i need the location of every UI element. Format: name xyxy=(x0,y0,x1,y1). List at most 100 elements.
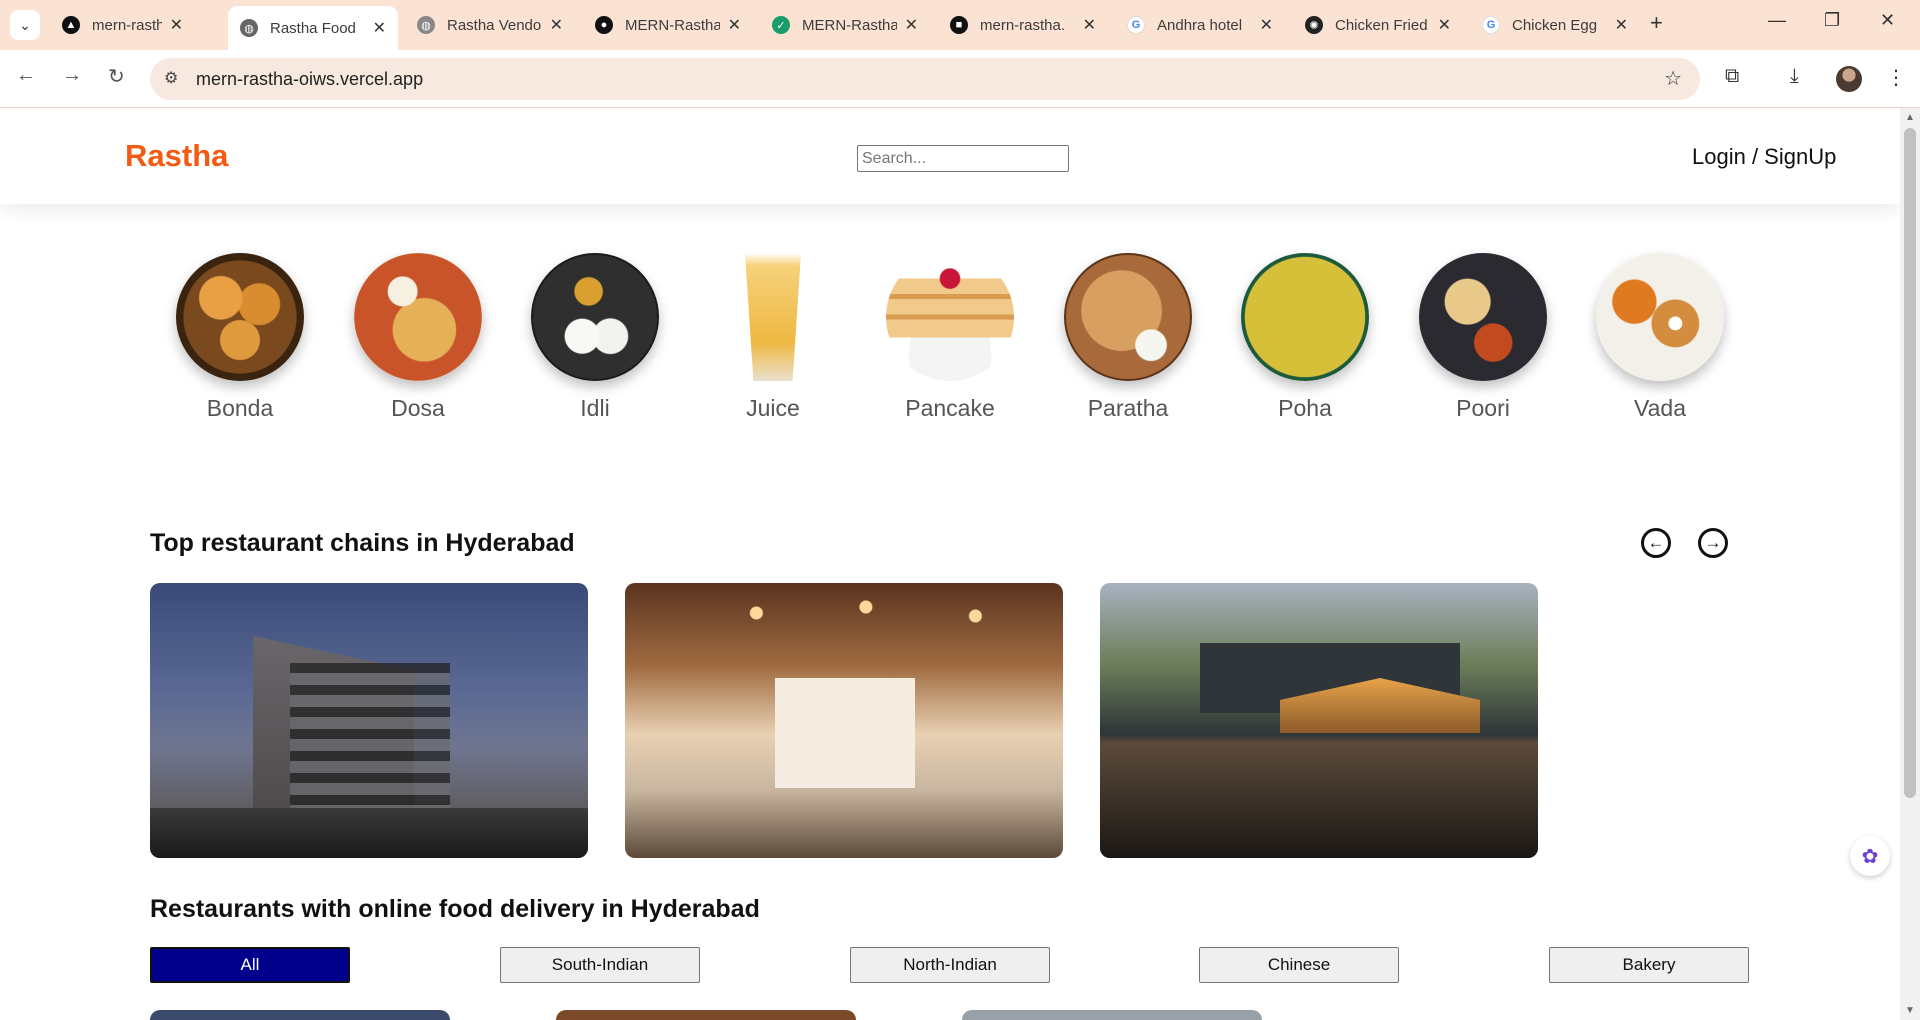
tab-title: mern-rastha. xyxy=(980,16,1066,34)
address-bar[interactable]: ⚙ mern-rastha-oiws.vercel.app ☆ xyxy=(150,58,1700,100)
chandelier-image xyxy=(625,583,1063,643)
category-juice[interactable]: Juice xyxy=(693,233,853,422)
juice-image xyxy=(745,253,801,381)
site-header: Rastha Login / SignUp xyxy=(0,108,1900,204)
category-label: Juice xyxy=(746,395,800,421)
profile-avatar[interactable] xyxy=(1836,66,1862,92)
restore-icon[interactable]: ❐ xyxy=(1824,10,1840,31)
category-poori[interactable]: Poori xyxy=(1403,233,1563,422)
arrow-right-icon: → xyxy=(1704,533,1722,552)
idli-image xyxy=(531,253,659,381)
filter-bakery-button[interactable]: Bakery xyxy=(1549,947,1749,983)
filter-north-indian-button[interactable]: North-Indian xyxy=(850,947,1050,983)
download-icon[interactable]: ⤓ xyxy=(1790,65,1799,88)
category-label: Paratha xyxy=(1087,395,1169,421)
reload-icon[interactable]: ↻ xyxy=(108,64,125,89)
restaurant-chain-card-3[interactable] xyxy=(1100,583,1538,858)
login-signup-link[interactable]: Login / SignUp xyxy=(1692,144,1836,170)
chatgpt-icon: ✺ xyxy=(1305,16,1323,34)
site-settings-icon[interactable]: ⚙ xyxy=(164,68,178,88)
site-logo[interactable]: Rastha xyxy=(125,138,228,174)
browser-tab-5[interactable]: ✓ MERN-Rastha ✕ xyxy=(760,8,930,42)
window-close-icon[interactable]: ✕ xyxy=(1880,10,1895,31)
scroll-up-icon[interactable]: ▲ xyxy=(1905,112,1915,123)
carousel-prev-button[interactable]: ← xyxy=(1641,528,1671,558)
category-vada[interactable]: Vada xyxy=(1580,233,1740,422)
search-input[interactable] xyxy=(857,145,1069,172)
paratha-image xyxy=(1064,253,1192,381)
browser-tab-4[interactable]: ● MERN-Rastha ✕ xyxy=(583,8,753,42)
page-scrollbar[interactable]: ▲ ▼ xyxy=(1900,108,1920,1020)
restaurant-card-peek-2[interactable] xyxy=(556,1010,856,1020)
back-icon[interactable]: ← xyxy=(16,64,36,87)
extensions-icon[interactable]: ⧉ xyxy=(1725,65,1739,88)
street-image xyxy=(150,808,588,858)
globe-icon: ◍ xyxy=(240,19,258,37)
category-label: Idli xyxy=(580,395,610,421)
close-icon[interactable]: ✕ xyxy=(905,15,918,35)
building-windows-image xyxy=(290,663,450,813)
category-label: Pancake xyxy=(905,395,995,421)
close-icon[interactable]: ✕ xyxy=(1615,15,1628,35)
category-dosa[interactable]: Dosa xyxy=(338,233,498,422)
bookmark-star-icon[interactable]: ☆ xyxy=(1664,66,1682,91)
tab-title: Rastha Food xyxy=(270,19,356,37)
minimize-icon[interactable]: — xyxy=(1768,10,1786,31)
close-icon[interactable]: ✕ xyxy=(170,15,183,35)
category-poha[interactable]: Poha xyxy=(1225,233,1385,422)
forward-icon[interactable]: → xyxy=(62,64,82,87)
pool-reflection-image xyxy=(1100,743,1538,858)
close-icon[interactable]: ✕ xyxy=(1438,15,1451,35)
pancake-image xyxy=(886,253,1014,381)
close-icon[interactable]: ✕ xyxy=(1083,15,1096,35)
dosa-image xyxy=(354,253,482,381)
delivery-section-title: Restaurants with online food delivery in… xyxy=(150,895,760,923)
filter-chinese-button[interactable]: Chinese xyxy=(1199,947,1399,983)
category-label: Vada xyxy=(1633,395,1686,421)
tab-title: MERN-Rastha xyxy=(802,16,897,34)
carousel-next-button[interactable]: → xyxy=(1698,528,1728,558)
render-logo-icon: ■ xyxy=(950,16,968,34)
tab-search-chevron-icon[interactable]: ⌄ xyxy=(10,10,40,40)
category-label: Bonda xyxy=(206,395,274,421)
browser-tab-6[interactable]: ■ mern-rastha. ✕ xyxy=(938,8,1108,42)
category-paratha[interactable]: Paratha xyxy=(1048,233,1208,422)
assistant-brain-icon[interactable]: ✿ xyxy=(1850,836,1890,876)
scroll-down-icon[interactable]: ▼ xyxy=(1905,1005,1915,1016)
close-icon[interactable]: ✕ xyxy=(728,15,741,35)
browser-tab-9[interactable]: G Chicken Egg ✕ xyxy=(1470,8,1640,42)
arrow-left-icon: ← xyxy=(1647,533,1665,552)
tab-title: mern-rastha- xyxy=(92,16,162,34)
url-text[interactable]: mern-rastha-oiws.vercel.app xyxy=(196,69,423,90)
scrollbar-thumb[interactable] xyxy=(1904,128,1916,798)
category-pancake[interactable]: Pancake xyxy=(870,233,1030,422)
category-idli[interactable]: Idli xyxy=(515,233,675,422)
restaurant-chain-card-1[interactable] xyxy=(150,583,588,858)
close-icon[interactable]: ✕ xyxy=(373,18,386,38)
tab-title: Andhra hotel xyxy=(1157,16,1243,34)
category-label: Poori xyxy=(1456,395,1510,421)
browser-tab-3[interactable]: ◍ Rastha Vendo ✕ xyxy=(405,8,575,42)
render-icon: ✓ xyxy=(772,16,790,34)
filter-south-indian-button[interactable]: South-Indian xyxy=(500,947,700,983)
menu-kebab-icon[interactable]: ⋮ xyxy=(1886,65,1906,90)
close-icon[interactable]: ✕ xyxy=(550,15,563,35)
restaurant-card-peek-1[interactable] xyxy=(150,1010,450,1020)
poha-image xyxy=(1241,253,1369,381)
poori-image xyxy=(1419,253,1547,381)
browser-tab-1[interactable]: ▲ mern-rastha- ✕ xyxy=(50,8,195,42)
category-bonda[interactable]: Bonda xyxy=(160,233,320,422)
filter-all-button[interactable]: All xyxy=(150,947,350,983)
category-label: Dosa xyxy=(391,395,445,421)
browser-tab-2[interactable]: ◍ Rastha Food ✕ xyxy=(228,6,398,50)
close-icon[interactable]: ✕ xyxy=(1260,15,1273,35)
food-categories: Bonda Dosa Idli Juice Pancake Paratha Po… xyxy=(160,233,1760,433)
browser-tab-7[interactable]: G Andhra hotel ✕ xyxy=(1115,8,1285,42)
vada-image xyxy=(1596,253,1724,381)
restaurant-card-peek-3[interactable] xyxy=(962,1010,1262,1020)
globe-icon: ◍ xyxy=(417,16,435,34)
new-tab-icon[interactable]: + xyxy=(1650,10,1663,36)
browser-tab-8[interactable]: ✺ Chicken Fried ✕ xyxy=(1293,8,1463,42)
restaurant-chain-card-2[interactable] xyxy=(625,583,1063,858)
tab-title: Chicken Fried xyxy=(1335,16,1428,34)
